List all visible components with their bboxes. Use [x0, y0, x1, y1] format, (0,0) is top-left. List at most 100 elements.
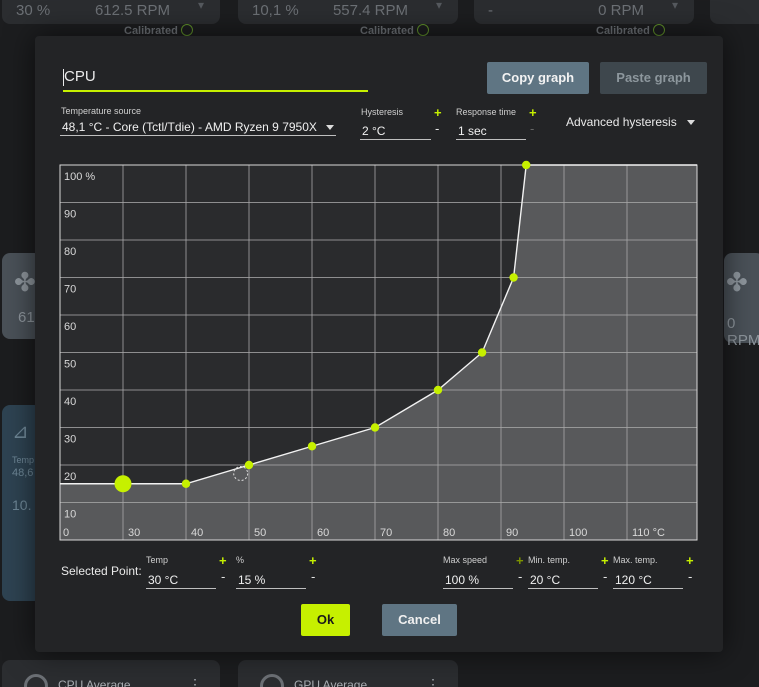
min-temp-input[interactable]: 20 °C — [528, 569, 598, 589]
background-fan-tile-3: - 0 RPM ▾ — [474, 0, 694, 24]
point-percent-decrease-icon[interactable]: - — [311, 569, 315, 584]
fan-card-rpm: 0 RPM — [727, 315, 759, 349]
point-percent-label: % — [236, 555, 245, 565]
chevron-down-icon — [326, 125, 334, 130]
cancel-button[interactable]: Cancel — [382, 604, 457, 636]
curve-point[interactable] — [477, 348, 487, 357]
curve-point[interactable] — [307, 442, 317, 451]
chart-icon: ⊿ — [12, 421, 29, 443]
y-tick-label: 100 % — [64, 171, 95, 183]
paste-graph-button[interactable]: Paste graph — [600, 62, 707, 94]
chevron-down-icon: ▾ — [671, 0, 678, 12]
response-time-input[interactable]: 1 sec — [456, 120, 526, 140]
fan-tile-rpm: 0 RPM — [598, 2, 644, 19]
point-percent-increase-icon[interactable]: + — [309, 553, 317, 568]
curve-card-temp-label: Temp — [12, 455, 35, 465]
fan-tile-value: - — [488, 2, 493, 19]
y-tick-label: 80 — [64, 246, 76, 258]
point-percent-input[interactable]: 15 % — [236, 569, 306, 589]
min-temp-increase-icon[interactable]: + — [601, 553, 609, 568]
curve-name-text: CPU — [64, 68, 96, 85]
min-temp-label: Min. temp. — [528, 555, 571, 565]
point-temp-value: 30 °C — [148, 573, 179, 587]
y-tick-label: 10 — [64, 509, 76, 521]
point-temp-input[interactable]: 30 °C — [146, 569, 216, 589]
fan-tile-value: 30 % — [16, 2, 51, 19]
hysteresis-increase-icon[interactable]: + — [434, 105, 442, 120]
check-icon — [652, 24, 665, 36]
x-tick-label: 70 — [380, 527, 392, 539]
fan-icon: ✤ — [14, 267, 36, 297]
point-temp-label: Temp — [146, 555, 169, 565]
hysteresis-input[interactable]: 2 °C — [360, 120, 431, 140]
advanced-hysteresis-dropdown[interactable]: Advanced hysteresis — [566, 115, 677, 129]
point-temp-decrease-icon[interactable]: - — [221, 569, 225, 584]
background-fan-tile-4 — [710, 0, 759, 24]
chevron-down-icon: ▾ — [197, 0, 204, 12]
min-temp-decrease-icon[interactable]: - — [603, 569, 607, 584]
hysteresis-decrease-icon[interactable]: - — [435, 121, 439, 136]
background-fan-card-right: ✤ 0 RPM — [724, 253, 759, 349]
y-tick-label: 70 — [64, 284, 76, 296]
curve-point[interactable] — [370, 423, 380, 432]
background-sensor-tile-2: GPU Average ⋮ — [238, 660, 458, 687]
temperature-source-select[interactable]: 48,1 °C - Core (Tctl/Tdie) - AMD Ryzen 9… — [60, 116, 336, 136]
curve-point[interactable] — [522, 160, 531, 170]
curve-name-input[interactable]: CPU — [63, 66, 368, 92]
fan-card-rpm: 61 — [18, 309, 35, 326]
max-speed-value: 100 % — [445, 573, 480, 587]
y-tick-label: 60 — [64, 321, 76, 333]
advanced-hysteresis-label: Advanced hysteresis — [566, 115, 677, 129]
max-temp-increase-icon[interactable]: + — [686, 553, 694, 568]
curve-point[interactable] — [244, 460, 254, 470]
max-temp-value: 120 °C — [615, 573, 652, 587]
background-sensor-tile-1: CPU Average ⋮ — [2, 660, 220, 687]
x-tick-label: 100 — [569, 527, 587, 539]
response-time-decrease-icon[interactable]: - — [530, 121, 534, 136]
curve-point[interactable] — [181, 479, 191, 488]
max-speed-input[interactable]: 100 % — [443, 569, 513, 589]
max-speed-label: Max speed — [443, 555, 488, 565]
chevron-down-icon[interactable] — [687, 120, 695, 125]
x-tick-label: 0 — [63, 527, 69, 539]
chevron-down-icon: ▾ — [435, 0, 442, 12]
fan-tile-value: 10,1 % — [252, 2, 299, 19]
x-tick-label: 110 °C — [632, 527, 665, 539]
x-tick-label: 90 — [506, 527, 518, 539]
max-temp-input[interactable]: 120 °C — [613, 569, 683, 589]
response-time-value: 1 sec — [458, 124, 487, 138]
curve-point[interactable] — [433, 385, 443, 395]
selected-curve-point[interactable] — [114, 475, 132, 493]
min-temp-value: 20 °C — [530, 573, 561, 587]
temperature-source-label: Temperature source — [61, 106, 142, 116]
hysteresis-value: 2 °C — [362, 124, 386, 138]
more-icon: ⋮ — [426, 676, 440, 687]
fan-curve-chart[interactable]: 10 20 30 40 50 60 70 80 90 100 % 0 30 40 50 60 70 80 90 10… — [59, 153, 699, 545]
sensor-tile-label: GPU Average — [294, 678, 368, 687]
y-tick-label: 40 — [64, 396, 76, 408]
point-temp-increase-icon[interactable]: + — [219, 553, 227, 568]
y-tick-label: 20 — [64, 471, 76, 483]
check-icon — [180, 24, 193, 36]
point-percent-value: 15 % — [238, 573, 266, 587]
curve-point[interactable] — [509, 273, 518, 282]
max-speed-increase-icon[interactable]: + — [516, 553, 524, 568]
y-tick-label: 90 — [64, 209, 76, 221]
y-tick-label: 50 — [64, 359, 76, 371]
ok-button[interactable]: Ok — [301, 604, 350, 636]
copy-graph-button[interactable]: Copy graph — [487, 62, 589, 94]
fan-curve-svg[interactable]: 10 20 30 40 50 60 70 80 90 100 % 0 30 40 50 60 70 80 90 10… — [59, 153, 699, 545]
response-time-increase-icon[interactable]: + — [529, 105, 537, 120]
x-tick-label: 30 — [128, 527, 140, 539]
max-speed-decrease-icon[interactable]: - — [518, 569, 522, 584]
gauge-icon — [260, 674, 284, 687]
curve-card-temp: 48,6 — [12, 467, 34, 479]
response-time-label: Response time — [456, 107, 517, 117]
fan-tile-rpm: 557.4 RPM — [332, 2, 408, 19]
gauge-icon — [24, 674, 48, 687]
fan-icon: ✤ — [726, 267, 748, 297]
text-caret — [63, 69, 64, 86]
temperature-source-value: 48,1 °C - Core (Tctl/Tdie) - AMD Ryzen 9… — [62, 120, 317, 134]
max-temp-label: Max. temp. — [613, 555, 658, 565]
max-temp-decrease-icon[interactable]: - — [688, 569, 692, 584]
